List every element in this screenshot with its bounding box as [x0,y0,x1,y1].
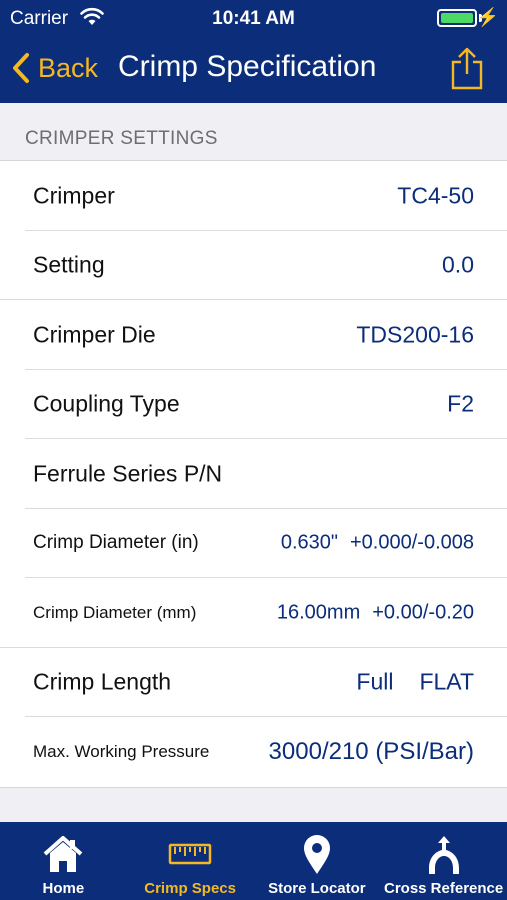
row-max-working-pressure: Max. Working Pressure 3000/210 (PSI/Bar) [0,717,507,787]
row-crimper-die: Crimper Die TDS200-16 [0,300,507,370]
tab-home[interactable]: Home [0,822,127,900]
row-label: Max. Working Pressure [33,741,210,761]
battery-icon [437,9,477,27]
row-label: Crimper [33,182,115,209]
section-header: CRIMPER SETTINGS [0,103,507,161]
row-crimp-length: Crimp Length Full FLAT [0,648,507,718]
row-value: F2 [447,390,474,417]
row-value: TC4-50 [397,182,474,209]
row-label: Crimp Diameter (mm) [33,602,197,622]
ruler-icon [168,843,212,865]
row-ferrule-series: Ferrule Series P/N [0,439,507,509]
tab-cross-reference[interactable]: Cross Reference [380,822,507,900]
tab-bar: Home Crimp Specs Store Locator Cross Ref… [0,822,507,900]
back-label: Back [38,52,99,83]
row-crimper: Crimper TC4-50 [0,161,507,231]
share-icon[interactable] [449,46,485,90]
row-value: TDS200-16 [356,321,474,348]
status-bar: Carrier 10:41 AM ⚡ [0,0,507,36]
row-label: Setting [33,251,105,278]
row-coupling-type: Coupling Type F2 [0,370,507,440]
tab-label: Cross Reference [384,880,504,897]
row-label: Crimp Diameter (in) [33,532,199,554]
tab-label: Home [42,880,85,897]
row-value: Full FLAT [356,669,474,696]
row-value: 16.00mm +0.00/-0.20 [277,601,474,624]
back-button[interactable]: Back [12,50,98,86]
row-crimp-diameter-mm: Crimp Diameter (mm) 16.00mm +0.00/-0.20 [0,578,507,648]
home-icon [44,836,83,872]
section-header-label: CRIMPER SETTINGS [25,128,218,149]
tab-crimp-specs[interactable]: Crimp Specs [127,822,254,900]
row-label: Crimp Length [33,668,172,695]
row-setting: Setting 0.0 [0,231,507,301]
diameter-mm-value: 16.00mm [276,601,361,624]
row-crimp-diameter-in: Crimp Diameter (in) 0.630" +0.000/-0.008 [0,509,507,579]
navigation-bar: Back Crimp Specification [0,36,507,103]
row-value: 0.0 [442,251,474,278]
charging-icon: ⚡ [476,7,499,27]
row-value: 0.630" +0.000/-0.008 [281,532,474,555]
crimp-length-type: FLAT [419,668,474,695]
tab-label: Store Locator [268,880,366,897]
tab-store-locator[interactable]: Store Locator [254,822,381,900]
row-label: Crimper Die [33,321,156,348]
tab-label: Crimp Specs [144,880,236,897]
diameter-mm-tolerance: +0.00/-0.20 [372,601,474,624]
diameter-in-value: 0.630" [280,531,338,554]
location-pin-icon [303,835,330,874]
page-title: Crimp Specification [118,50,377,83]
row-label: Ferrule Series P/N [33,460,223,487]
status-time: 10:41 AM [212,8,295,29]
fork-icon [428,836,459,874]
crimp-spec-list: Crimper TC4-50 Setting 0.0 Crimper Die T… [0,161,507,788]
chevron-left-icon [13,53,29,83]
crimp-length-value: Full [356,668,394,695]
row-label: Coupling Type [33,390,180,417]
diameter-in-tolerance: +0.000/-0.008 [350,531,474,554]
row-value: 3000/210 (PSI/Bar) [268,737,474,765]
